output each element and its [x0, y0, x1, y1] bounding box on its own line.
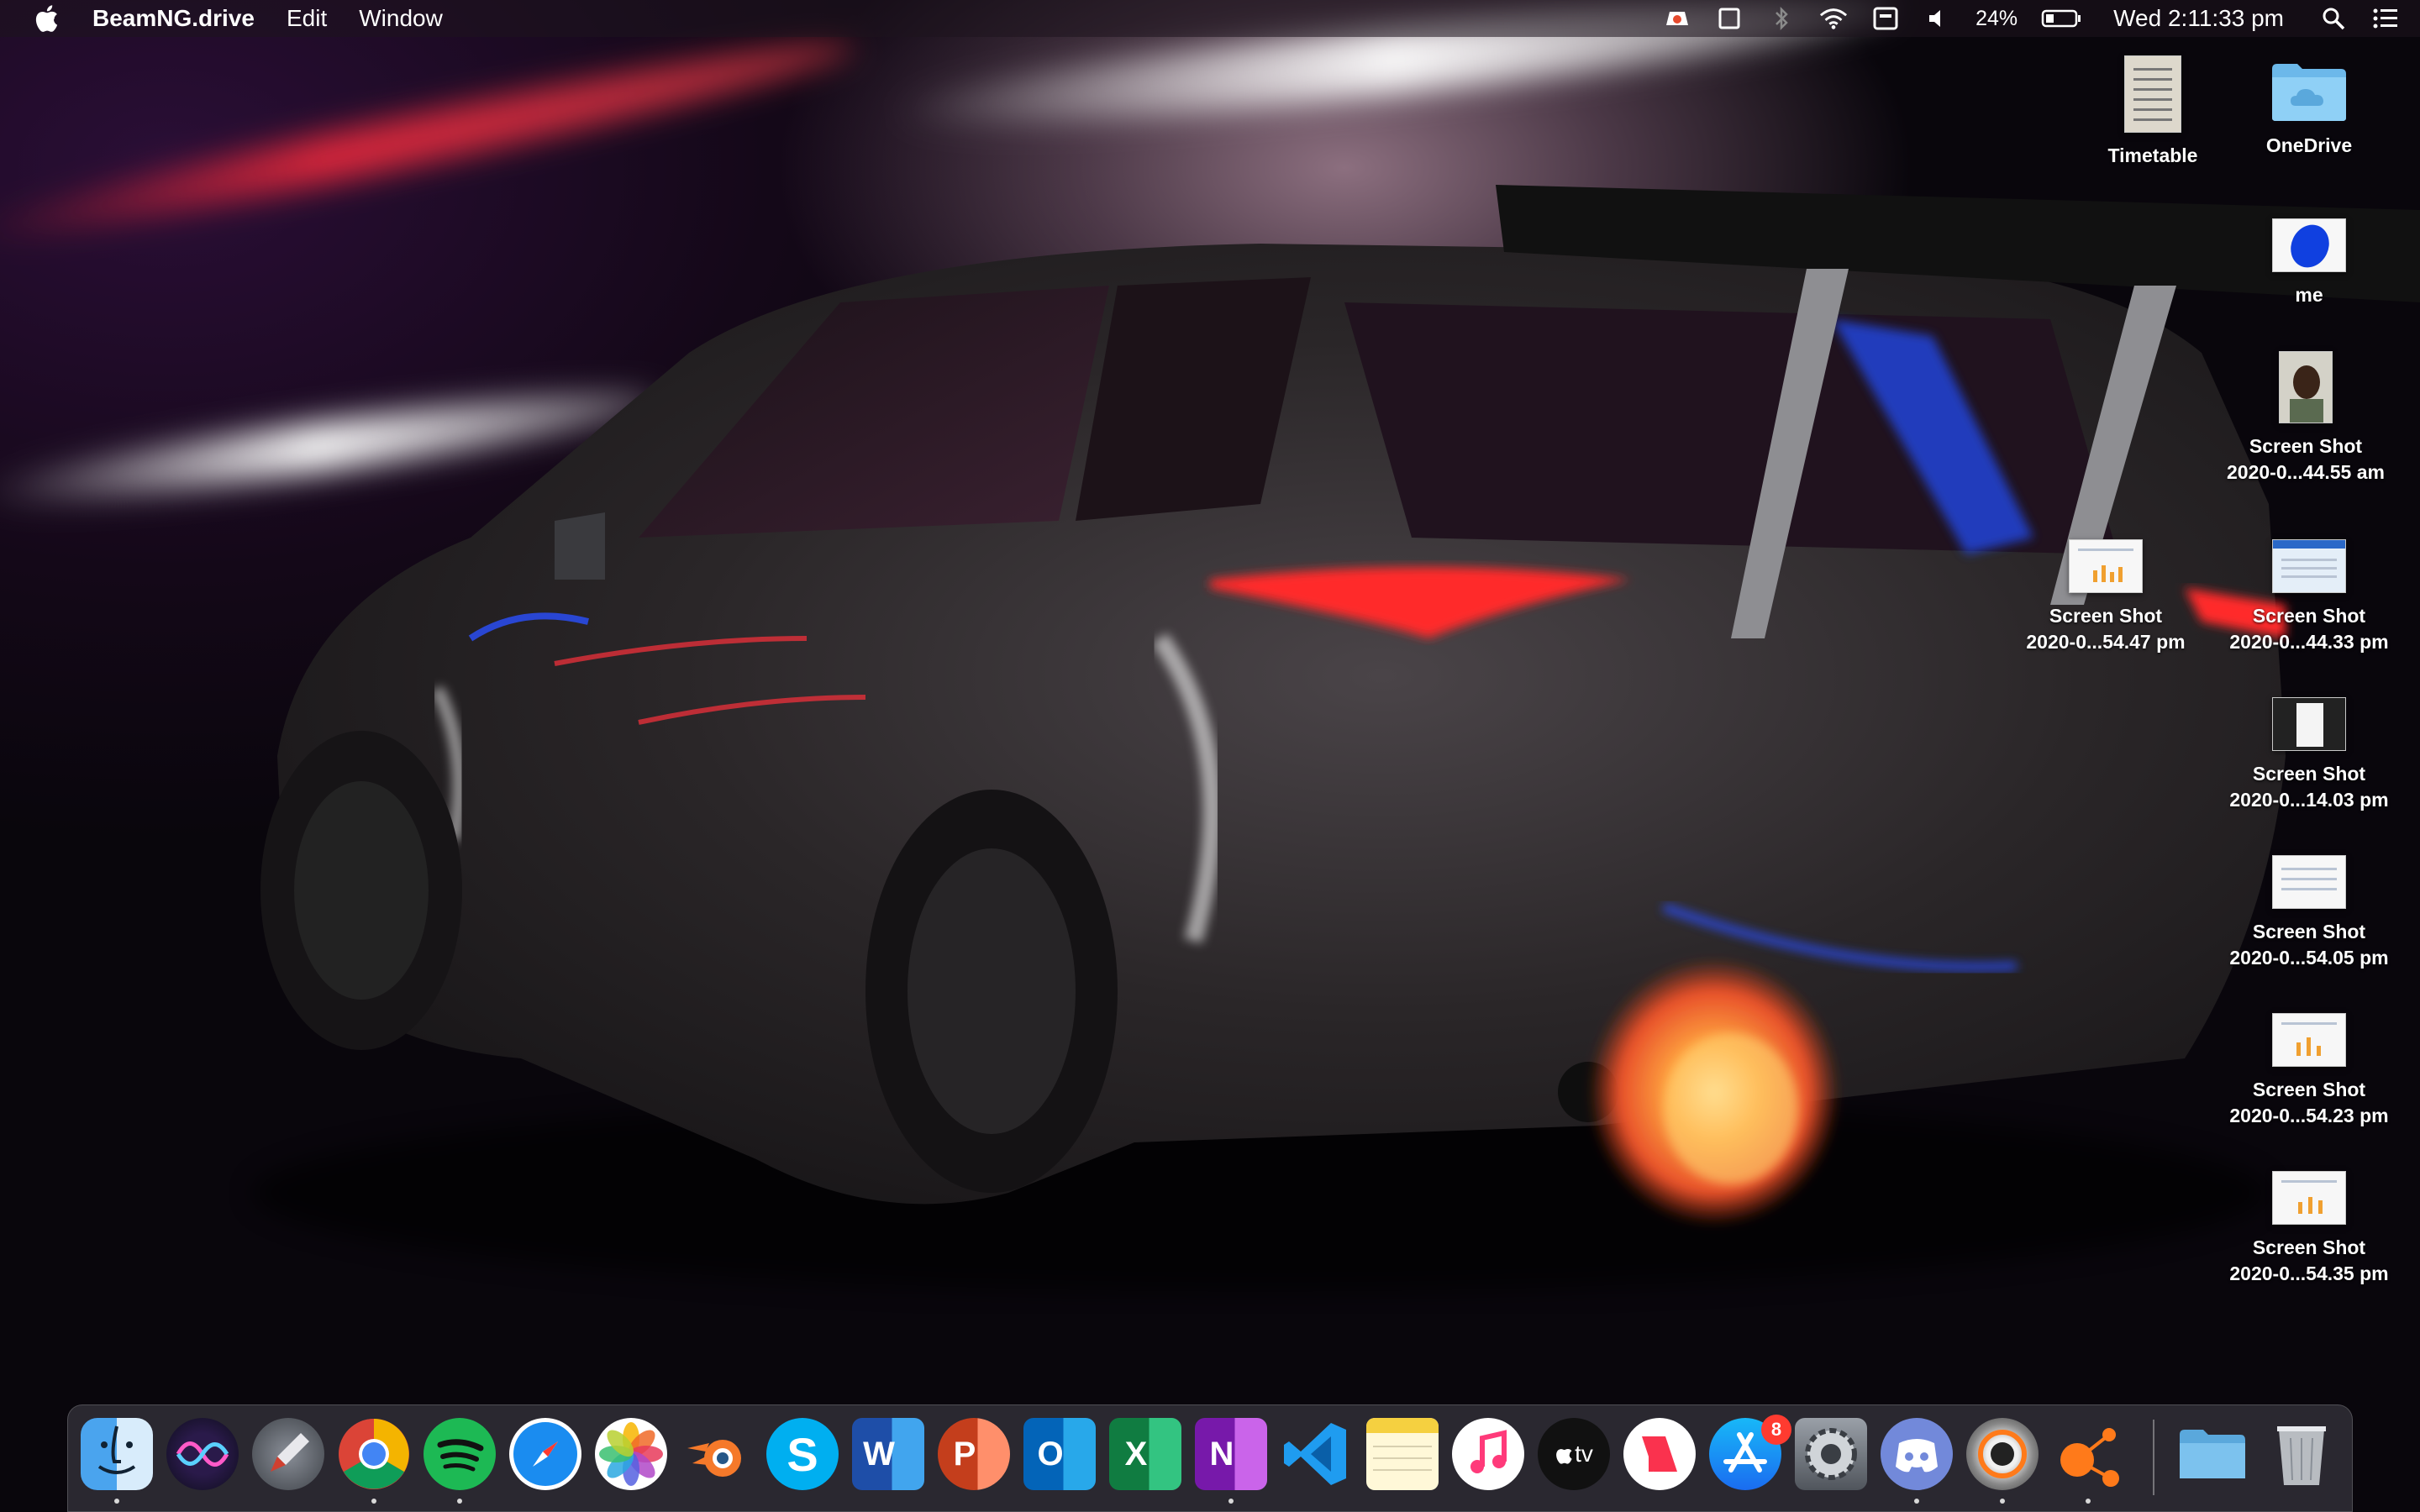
desktop-file-label: Screen Shot 2020-0...44.55 am: [2227, 435, 2385, 483]
excel-icon[interactable]: X: [1109, 1418, 1181, 1490]
apple-tv-label: tv: [1575, 1441, 1593, 1467]
vscode-icon[interactable]: [1281, 1418, 1353, 1490]
siri-icon[interactable]: [166, 1418, 239, 1490]
downloads-folder-icon[interactable]: [2176, 1418, 2249, 1490]
battery-icon[interactable]: [2041, 6, 2081, 31]
onenote-icon[interactable]: N: [1195, 1418, 1267, 1490]
discord-icon[interactable]: [1881, 1418, 1953, 1490]
creative-cloud-icon[interactable]: [1663, 6, 1691, 31]
word-letter: W: [863, 1435, 895, 1473]
screenshot-thumbnail-icon: [2069, 539, 2143, 593]
desktop-file-screenshot-5423[interactable]: Screen Shot 2020-0...54.23 pm: [2208, 1013, 2410, 1129]
volume-icon[interactable]: [1923, 6, 1952, 31]
wallpaper-race-car: [252, 185, 2420, 1294]
keyboard-input-icon[interactable]: [1871, 6, 1900, 31]
powerpoint-letter: P: [953, 1435, 976, 1473]
trash-icon[interactable]: [2265, 1418, 2338, 1490]
running-indicator: [371, 1499, 376, 1504]
outlook-icon[interactable]: O: [1023, 1418, 1096, 1490]
launchpad-icon[interactable]: [252, 1418, 324, 1490]
desktop-file-screenshot-5447[interactable]: Screen Shot 2020-0...54.47 pm: [2005, 539, 2207, 655]
desktop-file-label: Screen Shot 2020-0...44.33 pm: [2229, 605, 2389, 653]
desktop-folder-onedrive[interactable]: OneDrive: [2208, 59, 2410, 159]
itunes-icon[interactable]: [1452, 1418, 1524, 1490]
blender-icon[interactable]: [681, 1418, 753, 1490]
battery-percentage[interactable]: 24%: [1975, 7, 2018, 31]
skype-icon[interactable]: S: [766, 1418, 839, 1490]
desktop-file-label: Screen Shot 2020-0...54.05 pm: [2229, 921, 2389, 969]
running-indicator: [1914, 1499, 1919, 1504]
spotify-icon[interactable]: [424, 1418, 496, 1490]
running-indicator: [2086, 1499, 2091, 1504]
desktop-file-label: Screen Shot 2020-0...54.47 pm: [2026, 605, 2186, 653]
desktop-file-label: Screen Shot 2020-0...54.23 pm: [2229, 1079, 2389, 1126]
screenshot-thumbnail-icon: [2272, 697, 2346, 751]
bluetooth-icon[interactable]: [1767, 6, 1796, 31]
menu-bar-clock[interactable]: Wed 2:11:33 pm: [2113, 5, 2284, 32]
menu-edit[interactable]: Edit: [287, 5, 327, 32]
powerpoint-icon[interactable]: P: [938, 1418, 1010, 1490]
chrome-icon[interactable]: [338, 1418, 410, 1490]
photos-icon[interactable]: [595, 1418, 667, 1490]
system-preferences-icon[interactable]: [1795, 1418, 1867, 1490]
menu-bar-status-area: 24% Wed 2:11:33 pm: [1663, 0, 2400, 37]
running-indicator: [114, 1499, 119, 1504]
news-icon[interactable]: [1623, 1418, 1696, 1490]
running-indicator: [457, 1499, 462, 1504]
finder-icon[interactable]: [81, 1418, 153, 1490]
menu-window[interactable]: Window: [359, 5, 443, 32]
desktop-file-screenshot-1403[interactable]: Screen Shot 2020-0...14.03 pm: [2208, 697, 2410, 813]
apple-logo-icon[interactable]: [34, 4, 59, 33]
screenshot-thumbnail-icon: [2272, 855, 2346, 909]
screenshot-thumbnail-icon: [2272, 1013, 2346, 1067]
skype-letter: S: [786, 1427, 818, 1481]
running-indicator: [1228, 1499, 1234, 1504]
document-thumbnail-icon: [2124, 55, 2181, 133]
excel-letter: X: [1124, 1435, 1148, 1473]
orange-network-icon[interactable]: [2052, 1418, 2124, 1490]
onenote-letter: N: [1209, 1435, 1234, 1473]
desktop-file-label: me: [2295, 284, 2323, 306]
running-indicator: [2000, 1499, 2005, 1504]
desktop-file-screenshot-5405[interactable]: Screen Shot 2020-0...54.05 pm: [2208, 855, 2410, 971]
desktop-file-label: Timetable: [2107, 144, 2198, 166]
desktop-file-screenshot-4433[interactable]: Screen Shot 2020-0...44.33 pm: [2208, 539, 2410, 655]
desktop-file-screenshot-4455[interactable]: Screen Shot 2020-0...44.55 am: [2205, 351, 2407, 486]
outlook-letter: O: [1037, 1435, 1064, 1473]
desktop-file-label: OneDrive: [2265, 134, 2353, 156]
desktop-file-label: Screen Shot 2020-0...14.03 pm: [2229, 763, 2389, 811]
apple-tv-icon[interactable]: tv: [1538, 1418, 1610, 1490]
screenshot-thumbnail-icon: [2272, 539, 2346, 593]
safari-icon[interactable]: [509, 1418, 581, 1490]
onedrive-folder-icon: [2272, 64, 2346, 121]
notification-center-icon[interactable]: [2371, 6, 2400, 31]
desktop-file-screenshot-5435[interactable]: Screen Shot 2020-0...54.35 pm: [2208, 1171, 2410, 1287]
desktop-file-me[interactable]: me: [2208, 218, 2410, 308]
beamng-icon[interactable]: [1966, 1418, 2039, 1490]
spotlight-search-icon[interactable]: [2319, 6, 2348, 31]
word-icon[interactable]: W: [852, 1418, 924, 1490]
screenshot-thumbnail-icon: [2272, 1171, 2346, 1225]
menu-bar: BeamNG.drive Edit Window 24% Wed 2:11:33…: [0, 0, 2420, 37]
dock-separator: [2153, 1420, 2154, 1495]
app-store-update-badge: 8: [1761, 1415, 1791, 1445]
wifi-icon[interactable]: [1819, 6, 1848, 31]
desktop-file-label: Screen Shot 2020-0...54.35 pm: [2229, 1236, 2389, 1284]
photo-thumbnail-icon: [2279, 351, 2333, 423]
image-thumbnail-icon: [2272, 218, 2346, 272]
screen-mirror-icon[interactable]: [1715, 6, 1744, 31]
active-app-name[interactable]: BeamNG.drive: [92, 5, 255, 32]
notes-icon[interactable]: [1366, 1418, 1439, 1490]
